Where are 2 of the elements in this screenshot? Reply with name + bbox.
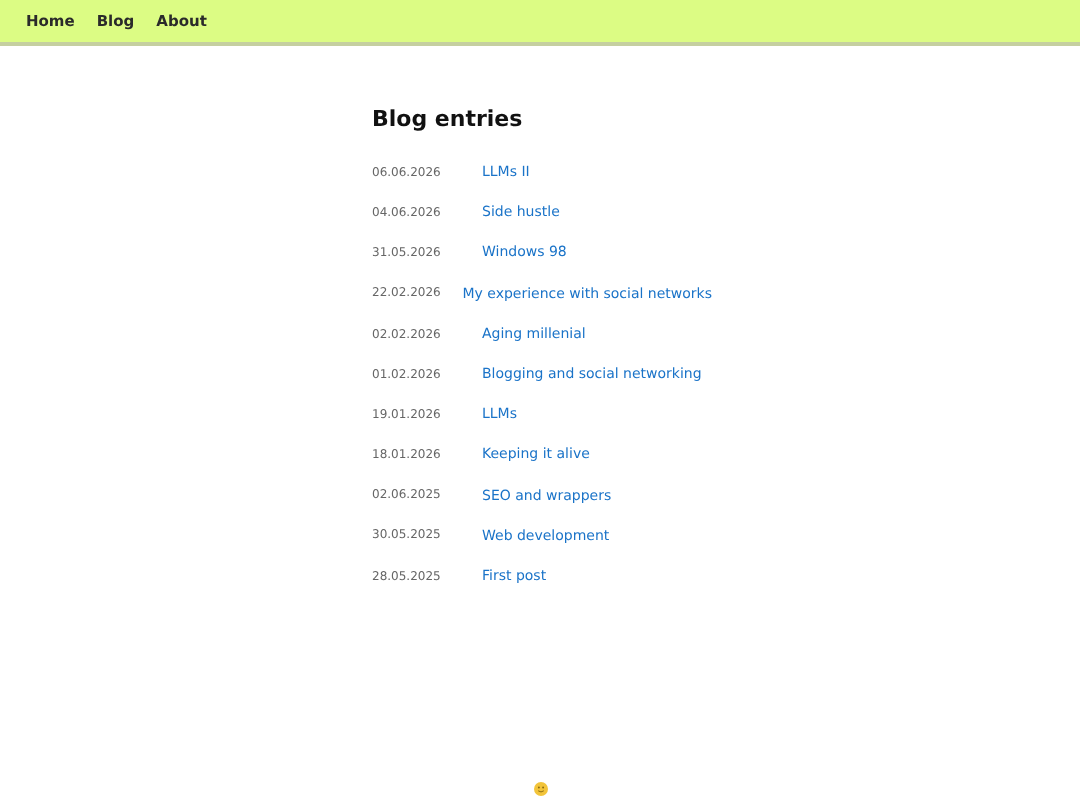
page-heading: Blog entries	[372, 106, 525, 133]
smiley-icon	[533, 782, 547, 796]
